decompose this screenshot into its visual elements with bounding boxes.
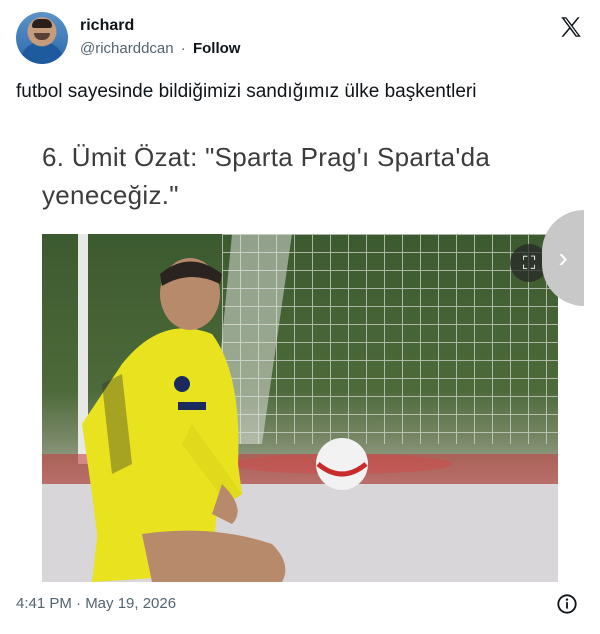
separator-dot: · bbox=[180, 40, 186, 57]
timestamp[interactable]: 4:41 PM · May 19, 2026 bbox=[16, 595, 176, 612]
author-handle-line: @richarddcan · Follow bbox=[80, 40, 240, 57]
info-icon[interactable] bbox=[556, 593, 578, 615]
follow-button[interactable]: Follow bbox=[193, 40, 241, 57]
author-display-name[interactable]: richard bbox=[80, 17, 134, 35]
author-handle[interactable]: @richarddcan bbox=[80, 40, 174, 57]
football-photo[interactable]: ⛶ bbox=[42, 234, 558, 582]
tweet-header: richard @richarddcan · Follow bbox=[16, 12, 584, 68]
football-ball bbox=[316, 438, 368, 490]
tweet-text: futbol sayesinde bildiğimizi sandığımız … bbox=[16, 81, 477, 102]
avatar[interactable] bbox=[16, 12, 68, 64]
tweet-footer: 4:41 PM · May 19, 2026 bbox=[16, 593, 584, 617]
card-title: 6. Ümit Özat: "Sparta Prag'ı Sparta'da y… bbox=[42, 142, 491, 210]
avatar-hair bbox=[32, 19, 52, 28]
avatar-beard bbox=[34, 33, 50, 40]
tweet-media-card[interactable]: 6. Ümit Özat: "Sparta Prag'ı Sparta'da y… bbox=[16, 118, 584, 588]
photo-illustration bbox=[42, 234, 558, 582]
x-logo-icon[interactable] bbox=[558, 14, 584, 40]
